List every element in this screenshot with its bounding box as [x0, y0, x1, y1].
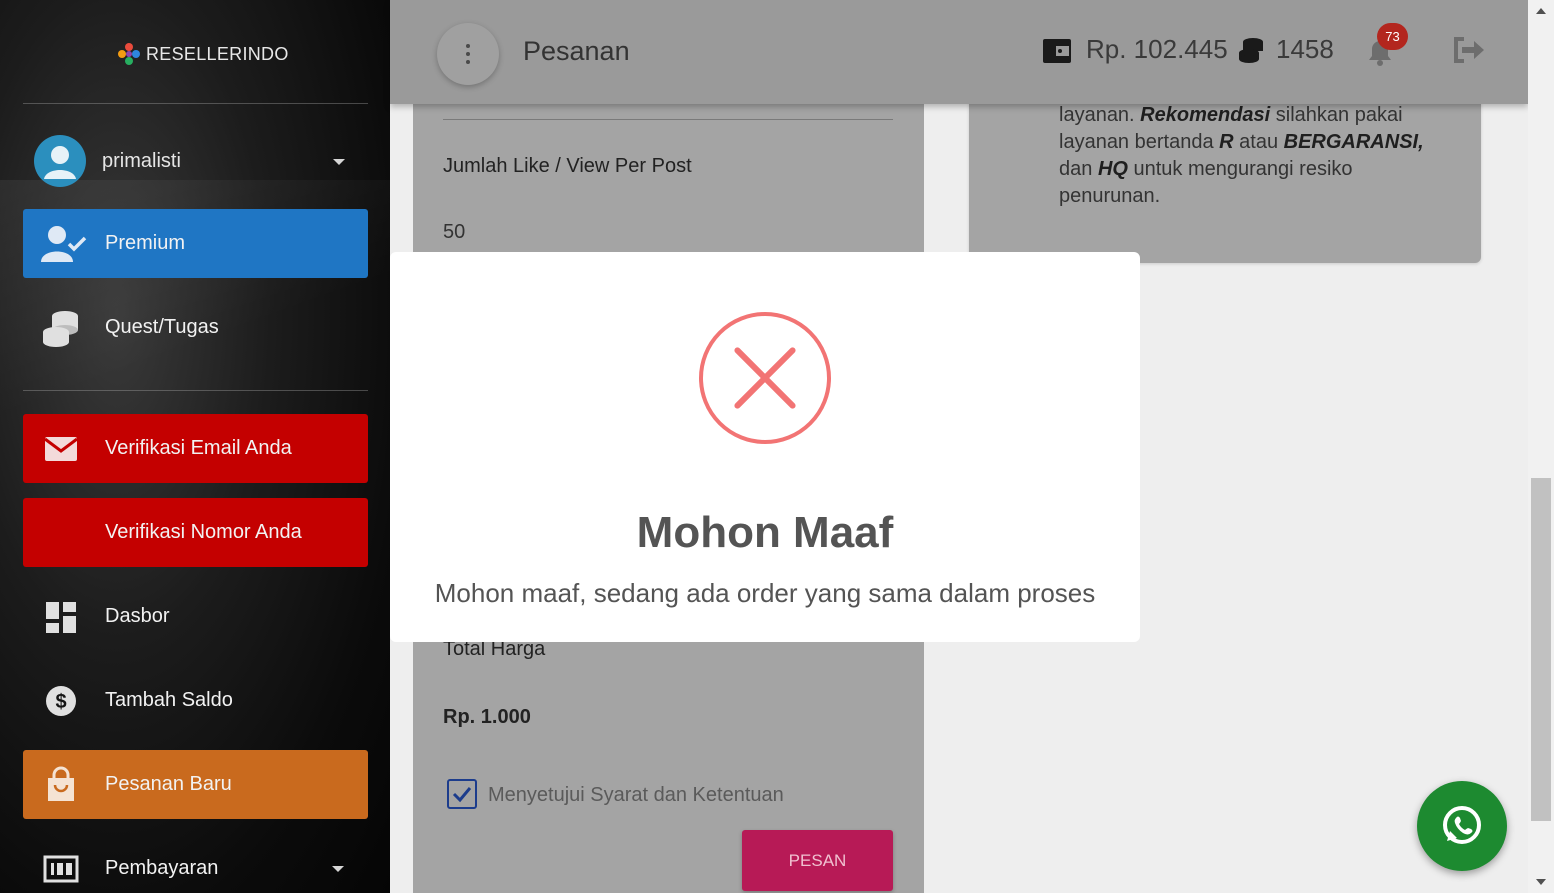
page-title: Pesanan	[523, 36, 630, 66]
total-price-value: Rp. 1.000	[443, 706, 531, 728]
divider	[23, 390, 368, 391]
like-count-label: Jumlah Like / View Per Post	[443, 155, 692, 177]
sidebar-item-label: Verifikasi Email Anda	[105, 437, 292, 459]
info-emphasis: R	[1219, 131, 1234, 153]
sidebar-item-verify-email[interactable]: Verifikasi Email Anda	[23, 414, 368, 483]
wallet-icon	[1043, 39, 1071, 63]
user-name: primalisti	[102, 149, 181, 172]
sidebar-item-label: Dasbor	[105, 605, 170, 627]
sidebar: RESELLERINDO primalisti Premium Quest/Tu…	[0, 0, 390, 893]
chevron-down-icon	[332, 866, 344, 872]
check-icon	[452, 787, 472, 803]
info-text-part: dan	[1059, 158, 1098, 180]
scrollbar-thumb[interactable]	[1531, 478, 1551, 821]
info-text-part: atau	[1233, 131, 1284, 153]
info-emphasis: Rekomendasi	[1140, 104, 1271, 126]
shopping-bag-icon	[41, 765, 81, 805]
coins-icon	[41, 308, 81, 348]
envelope-icon	[41, 429, 81, 469]
dot	[466, 60, 470, 64]
balance-amount: Rp. 102.445	[1086, 34, 1228, 64]
brand-name: RESELLERINDO	[146, 43, 289, 64]
top-bar: Pesanan Rp. 102.445 1458 73	[390, 0, 1528, 104]
sidebar-item-label: Pembayaran	[105, 857, 219, 879]
sidebar-item-label: Verifikasi Nomor Anda	[105, 521, 302, 543]
more-menu-button[interactable]	[437, 23, 499, 85]
dialog-title: Mohon Maaf	[636, 508, 894, 557]
like-count-input[interactable]: 50	[443, 221, 465, 244]
coins-amount: 1458	[1276, 34, 1334, 64]
sidebar-item-tambah-saldo[interactable]: $ Tambah Saldo	[23, 666, 368, 735]
info-emphasis: BERGARANSI,	[1283, 131, 1424, 153]
svg-text:$: $	[55, 691, 66, 713]
page-scrollbar[interactable]	[1528, 0, 1554, 893]
dollar-circle-icon: $	[41, 681, 81, 721]
sidebar-item-verify-phone[interactable]: Verifikasi Nomor Anda	[23, 498, 368, 567]
dashboard-icon	[41, 597, 81, 637]
input-underline	[443, 119, 893, 120]
sidebar-item-pembayaran[interactable]: Pembayaran	[23, 834, 368, 893]
info-text: layanan. Rekomendasi silahkan pakai laya…	[1059, 102, 1459, 210]
scroll-up-arrow[interactable]	[1536, 8, 1546, 14]
chevron-down-icon	[333, 159, 345, 165]
user-check-icon	[41, 224, 87, 264]
dot	[466, 52, 470, 56]
brand-logo[interactable]: RESELLERINDO	[116, 40, 289, 68]
error-icon	[699, 312, 831, 444]
dialog-message: Mohon maaf, sedang ada order yang sama d…	[434, 578, 1096, 608]
error-dialog: Mohon Maaf Mohon maaf, sedang ada order …	[390, 252, 1140, 642]
payment-icon	[41, 849, 81, 889]
sidebar-item-dasbor[interactable]: Dasbor	[23, 582, 368, 651]
logo-icon	[116, 41, 142, 67]
agree-label[interactable]: Menyetujui Syarat dan Ketentuan	[488, 784, 784, 807]
sidebar-item-label: Pesanan Baru	[105, 773, 232, 795]
sidebar-item-label: Premium	[105, 232, 186, 254]
sidebar-item-label: Quest/Tugas	[105, 316, 219, 338]
info-text-part: layanan.	[1059, 104, 1141, 126]
sidebar-item-premium[interactable]: Premium	[23, 209, 368, 278]
logout-icon[interactable]	[1452, 36, 1486, 64]
whatsapp-icon	[1443, 806, 1481, 844]
sidebar-item-label: Tambah Saldo	[105, 689, 233, 711]
dot	[466, 44, 470, 48]
notification-badge: 73	[1377, 23, 1408, 50]
user-menu[interactable]: primalisti	[34, 135, 368, 187]
avatar	[34, 135, 86, 187]
agree-checkbox[interactable]	[447, 779, 477, 809]
submit-order-button[interactable]: PESAN	[742, 830, 893, 891]
divider	[23, 103, 368, 104]
info-emphasis: HQ	[1097, 158, 1128, 180]
sidebar-item-pesanan-baru[interactable]: Pesanan Baru	[23, 750, 368, 819]
sidebar-item-quest[interactable]: Quest/Tugas	[23, 293, 368, 362]
whatsapp-button[interactable]	[1417, 781, 1507, 871]
scroll-down-arrow[interactable]	[1536, 879, 1546, 885]
coins-icon	[1239, 38, 1263, 63]
